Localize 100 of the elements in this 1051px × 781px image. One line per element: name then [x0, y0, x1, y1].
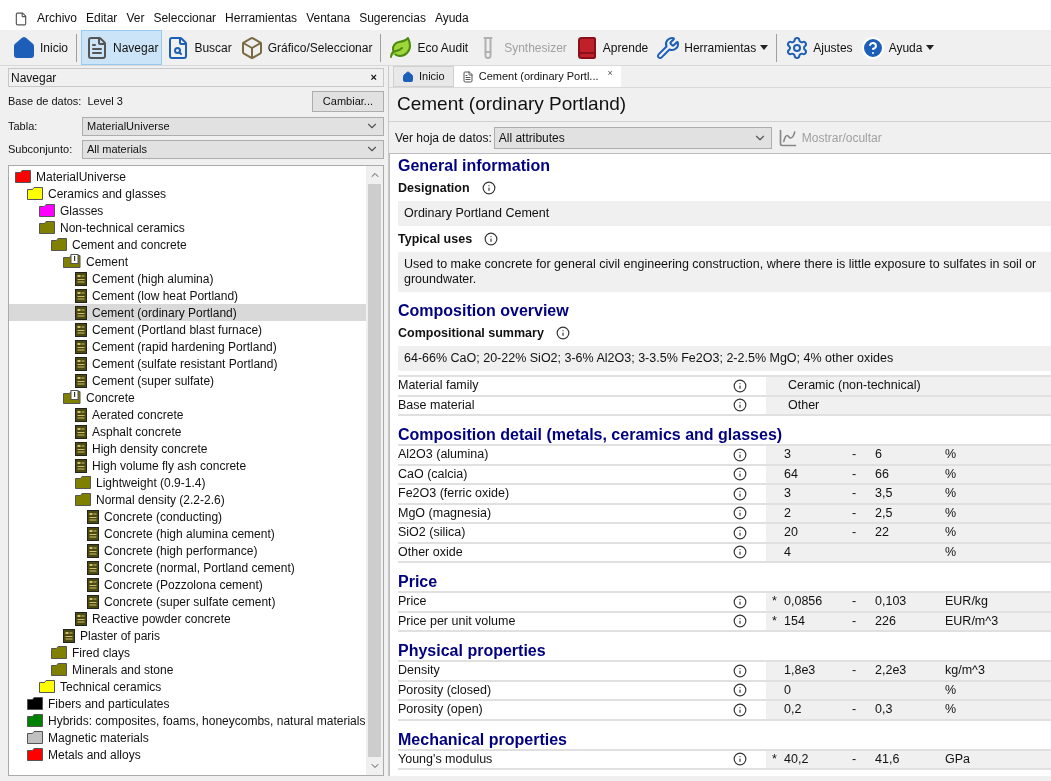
tree-item[interactable]: Metals and alloys — [9, 746, 366, 763]
tree-item[interactable]: MaterialUniverse — [9, 168, 366, 185]
tree-item[interactable]: Cement (rapid hardening Portland) — [9, 338, 366, 355]
caret-icon — [760, 45, 769, 50]
tree-item[interactable]: Ceramics and glasses — [9, 185, 366, 202]
tree-item[interactable]: Hybrids: composites, foams, honeycombs, natural materials — [9, 712, 366, 729]
scrollbar[interactable] — [366, 166, 383, 775]
close-icon[interactable]: × — [370, 69, 381, 86]
menu-item[interactable]: Ver — [126, 9, 145, 27]
tree-item[interactable]: Cement (super sulfate) — [9, 372, 366, 389]
tree-item[interactable]: Non-technical ceramics — [9, 219, 366, 236]
tree-item[interactable]: Cement (ordinary Portland) — [9, 304, 366, 321]
unit: GPa — [945, 750, 970, 768]
tree-item[interactable]: High volume fly ash concrete — [9, 457, 366, 474]
document-tab[interactable]: Cement (ordinary Portl... × — [453, 66, 621, 87]
tree-item[interactable]: Fired clays — [9, 644, 366, 661]
toolbar-button[interactable]: Inicio — [8, 30, 72, 65]
tree-item[interactable]: Concrete — [9, 389, 366, 406]
change-button[interactable]: Cambiar... — [311, 90, 384, 112]
toolbar-button[interactable]: Eco Audit — [385, 30, 473, 65]
toolbar-button[interactable]: Herramientas — [652, 30, 773, 65]
folder-icon — [27, 187, 43, 200]
subset-dropdown[interactable]: All materials — [82, 139, 384, 159]
range-dash: - — [852, 750, 857, 768]
menu-item[interactable]: Ayuda — [434, 9, 469, 27]
menu-item[interactable]: Archivo — [37, 9, 77, 27]
tree-item[interactable]: Cement (high alumina) — [9, 270, 366, 287]
tree-item[interactable]: Fibers and particulates — [9, 695, 366, 712]
unit: % — [945, 504, 957, 522]
property-name: CaO (calcia) — [398, 465, 469, 483]
toolbar-button[interactable]: Gráfico/Seleccionar — [235, 30, 377, 65]
estimate-mark: * — [772, 750, 777, 768]
document-tab[interactable]: Inicio — [393, 66, 454, 87]
tree-item[interactable]: Cement (low heat Portland) — [9, 287, 366, 304]
tree-item[interactable]: Concrete (normal, Portland cement) — [9, 559, 366, 576]
low-value: 40,2 — [784, 750, 809, 768]
datasheet-title: Cement (ordinary Portland) — [389, 88, 1051, 122]
field-value: 64-66% CaO; 20-22% SiO2; 3-6% Al2O3; 3-3.5% Fe2O3; 2-2.5% MgO; 4% other oxides — [398, 346, 1051, 371]
menu-item[interactable]: Editar — [86, 9, 118, 27]
database-name: Level 3 — [87, 93, 124, 109]
property-name: Base material — [398, 396, 476, 414]
tree-item[interactable]: Concrete (super sulfate cement) — [9, 593, 366, 610]
folder-icon — [39, 680, 55, 693]
wrench-icon — [656, 35, 681, 60]
folder-icon — [63, 254, 81, 269]
database-label: Base de datos: — [8, 93, 82, 109]
tree-item[interactable]: Minerals and stone — [9, 661, 366, 678]
range-dash: - — [852, 524, 857, 542]
document-icon — [461, 70, 474, 83]
property-name: Material family — [398, 377, 480, 395]
record-icon — [75, 458, 87, 473]
tree-item[interactable]: Technical ceramics — [9, 678, 366, 695]
toolbar-button[interactable]: Aprende — [570, 30, 653, 65]
record-icon — [87, 577, 99, 592]
tree-item[interactable]: Cement — [9, 253, 366, 270]
close-icon[interactable]: × — [607, 67, 613, 81]
toolbar-button[interactable]: Ayuda — [856, 30, 939, 65]
tree-item[interactable]: Magnetic materials — [9, 729, 366, 746]
property-name: Fe2O3 (ferric oxide) — [398, 485, 511, 503]
tree-item[interactable]: High density concrete — [9, 440, 366, 457]
high-value: 0,3 — [875, 701, 893, 719]
info-icon — [733, 752, 747, 767]
record-icon — [75, 339, 87, 354]
menu-item[interactable]: Sugerencias — [359, 9, 426, 27]
menu-item[interactable]: Herramientas — [225, 9, 298, 27]
toolbar-button[interactable]: Buscar — [162, 30, 236, 65]
tree-item[interactable]: Asphalt concrete — [9, 423, 366, 440]
toolbar-button[interactable]: Navegar — [81, 30, 163, 65]
tree-item[interactable]: Cement and concrete — [9, 236, 366, 253]
tree-item[interactable]: Concrete (high alumina cement) — [9, 525, 366, 542]
unit: % — [945, 524, 957, 542]
section-heading: Composition overview — [398, 301, 570, 320]
record-icon — [75, 356, 87, 371]
tree-item[interactable]: Concrete (Pozzolona cement) — [9, 576, 366, 593]
tree-item[interactable]: Concrete (conducting) — [9, 508, 366, 525]
tree-item[interactable]: Concrete (high performance) — [9, 542, 366, 559]
record-icon — [75, 611, 87, 626]
section-heading: Price — [398, 572, 439, 591]
property-name: Other oxide — [398, 543, 464, 561]
table-dropdown[interactable]: MaterialUniverse — [82, 116, 384, 136]
info-icon — [733, 447, 747, 462]
low-value: 0,0856 — [784, 593, 823, 611]
info-icon — [733, 614, 747, 629]
view-dropdown[interactable]: All attributes — [493, 127, 772, 149]
leaf-icon — [389, 35, 414, 60]
info-icon — [733, 398, 747, 413]
tree-item[interactable]: Cement (Portland blast furnace) — [9, 321, 366, 338]
tree-item[interactable]: Glasses — [9, 202, 366, 219]
range-dash: - — [852, 612, 857, 630]
tree-item[interactable]: Normal density (2.2-2.6) — [9, 491, 366, 508]
property-value: Other — [788, 396, 820, 414]
tree-item[interactable]: Reactive powder concrete — [9, 610, 366, 627]
menu-item[interactable]: Ventana — [306, 9, 351, 27]
tree-item[interactable]: Cement (sulfate resistant Portland) — [9, 355, 366, 372]
menu-item[interactable]: Seleccionar — [153, 9, 217, 27]
unit: EUR/m^3 — [945, 612, 999, 630]
tree-item[interactable]: Plaster of paris — [9, 627, 366, 644]
tree-item[interactable]: Aerated concrete — [9, 406, 366, 423]
toolbar-button[interactable]: Ajustes — [781, 30, 857, 65]
tree-item[interactable]: Lightweight (0.9-1.4) — [9, 474, 366, 491]
